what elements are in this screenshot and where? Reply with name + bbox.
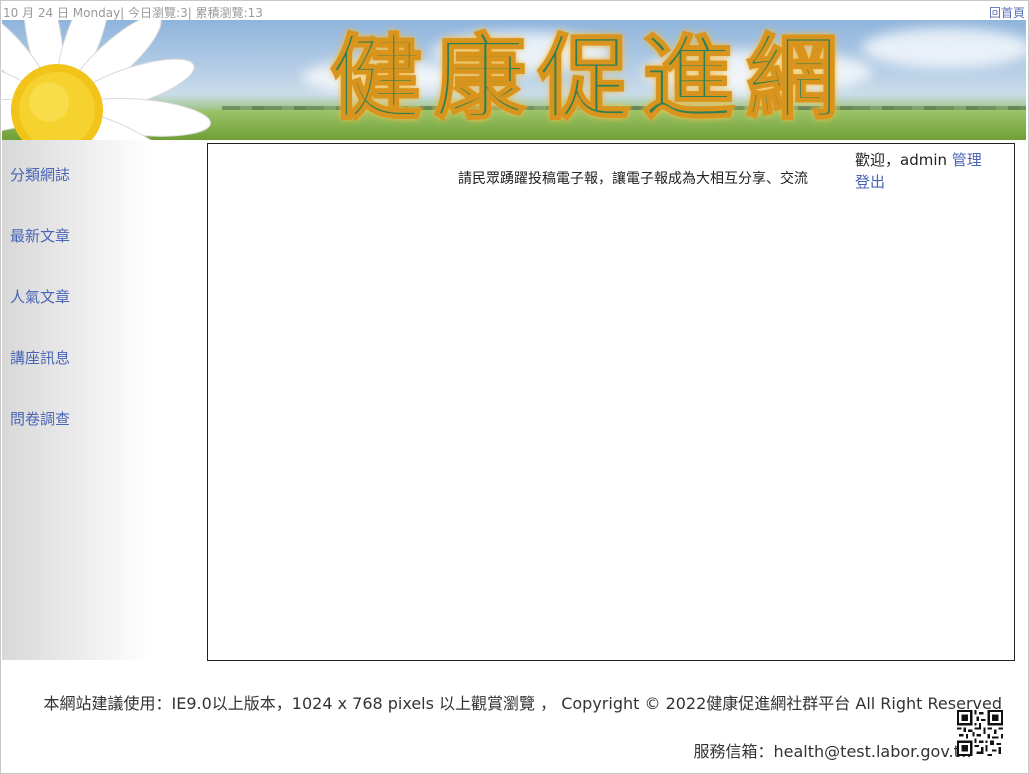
site-title: 健康促進網 <box>329 24 851 132</box>
sidebar-item-blog-categories[interactable]: 分類網誌 <box>10 164 70 185</box>
sidebar-item-survey[interactable]: 問卷調查 <box>10 408 70 429</box>
home-link[interactable]: 回首頁 <box>989 4 1025 21</box>
main-content-panel: 請民眾踴躍投稿電子報，讓電子報成為大相互分享、交流 歡迎，admin 管理 登出 <box>207 143 1015 661</box>
logout-link[interactable]: 登出 <box>855 171 885 192</box>
footer-copyright: 本網站建議使用：IE9.0以上版本，1024 x 768 pixels 以上觀賞… <box>43 694 1003 713</box>
welcome-user: 歡迎，admin <box>855 151 947 169</box>
welcome-text: 歡迎，admin 管理 <box>855 149 982 170</box>
header-banner: 健康促進網 <box>2 20 1026 140</box>
qr-code-icon <box>957 710 1003 756</box>
sidebar-nav: 分類網誌 最新文章 人氣文章 講座訊息 問卷調查 <box>2 140 207 660</box>
sidebar-item-lecture-info[interactable]: 講座訊息 <box>10 347 70 368</box>
announcement-marquee: 請民眾踴躍投稿電子報，讓電子報成為大相互分享、交流 <box>458 171 808 187</box>
date-visit-info: 10 月 24 日 Monday| 今日瀏覽:3| 累積瀏覽:13 <box>3 6 263 20</box>
sidebar-item-popular-articles[interactable]: 人氣文章 <box>10 286 70 307</box>
manage-link[interactable]: 管理 <box>952 151 982 169</box>
footer-email: 服務信箱：health@test.labor.gov.tw <box>693 742 973 761</box>
sidebar-item-latest-articles[interactable]: 最新文章 <box>10 225 70 246</box>
daisy-flower-icon <box>2 20 211 140</box>
top-status-bar: 10 月 24 日 Monday| 今日瀏覽:3| 累積瀏覽:13 回首頁 <box>2 2 1027 20</box>
